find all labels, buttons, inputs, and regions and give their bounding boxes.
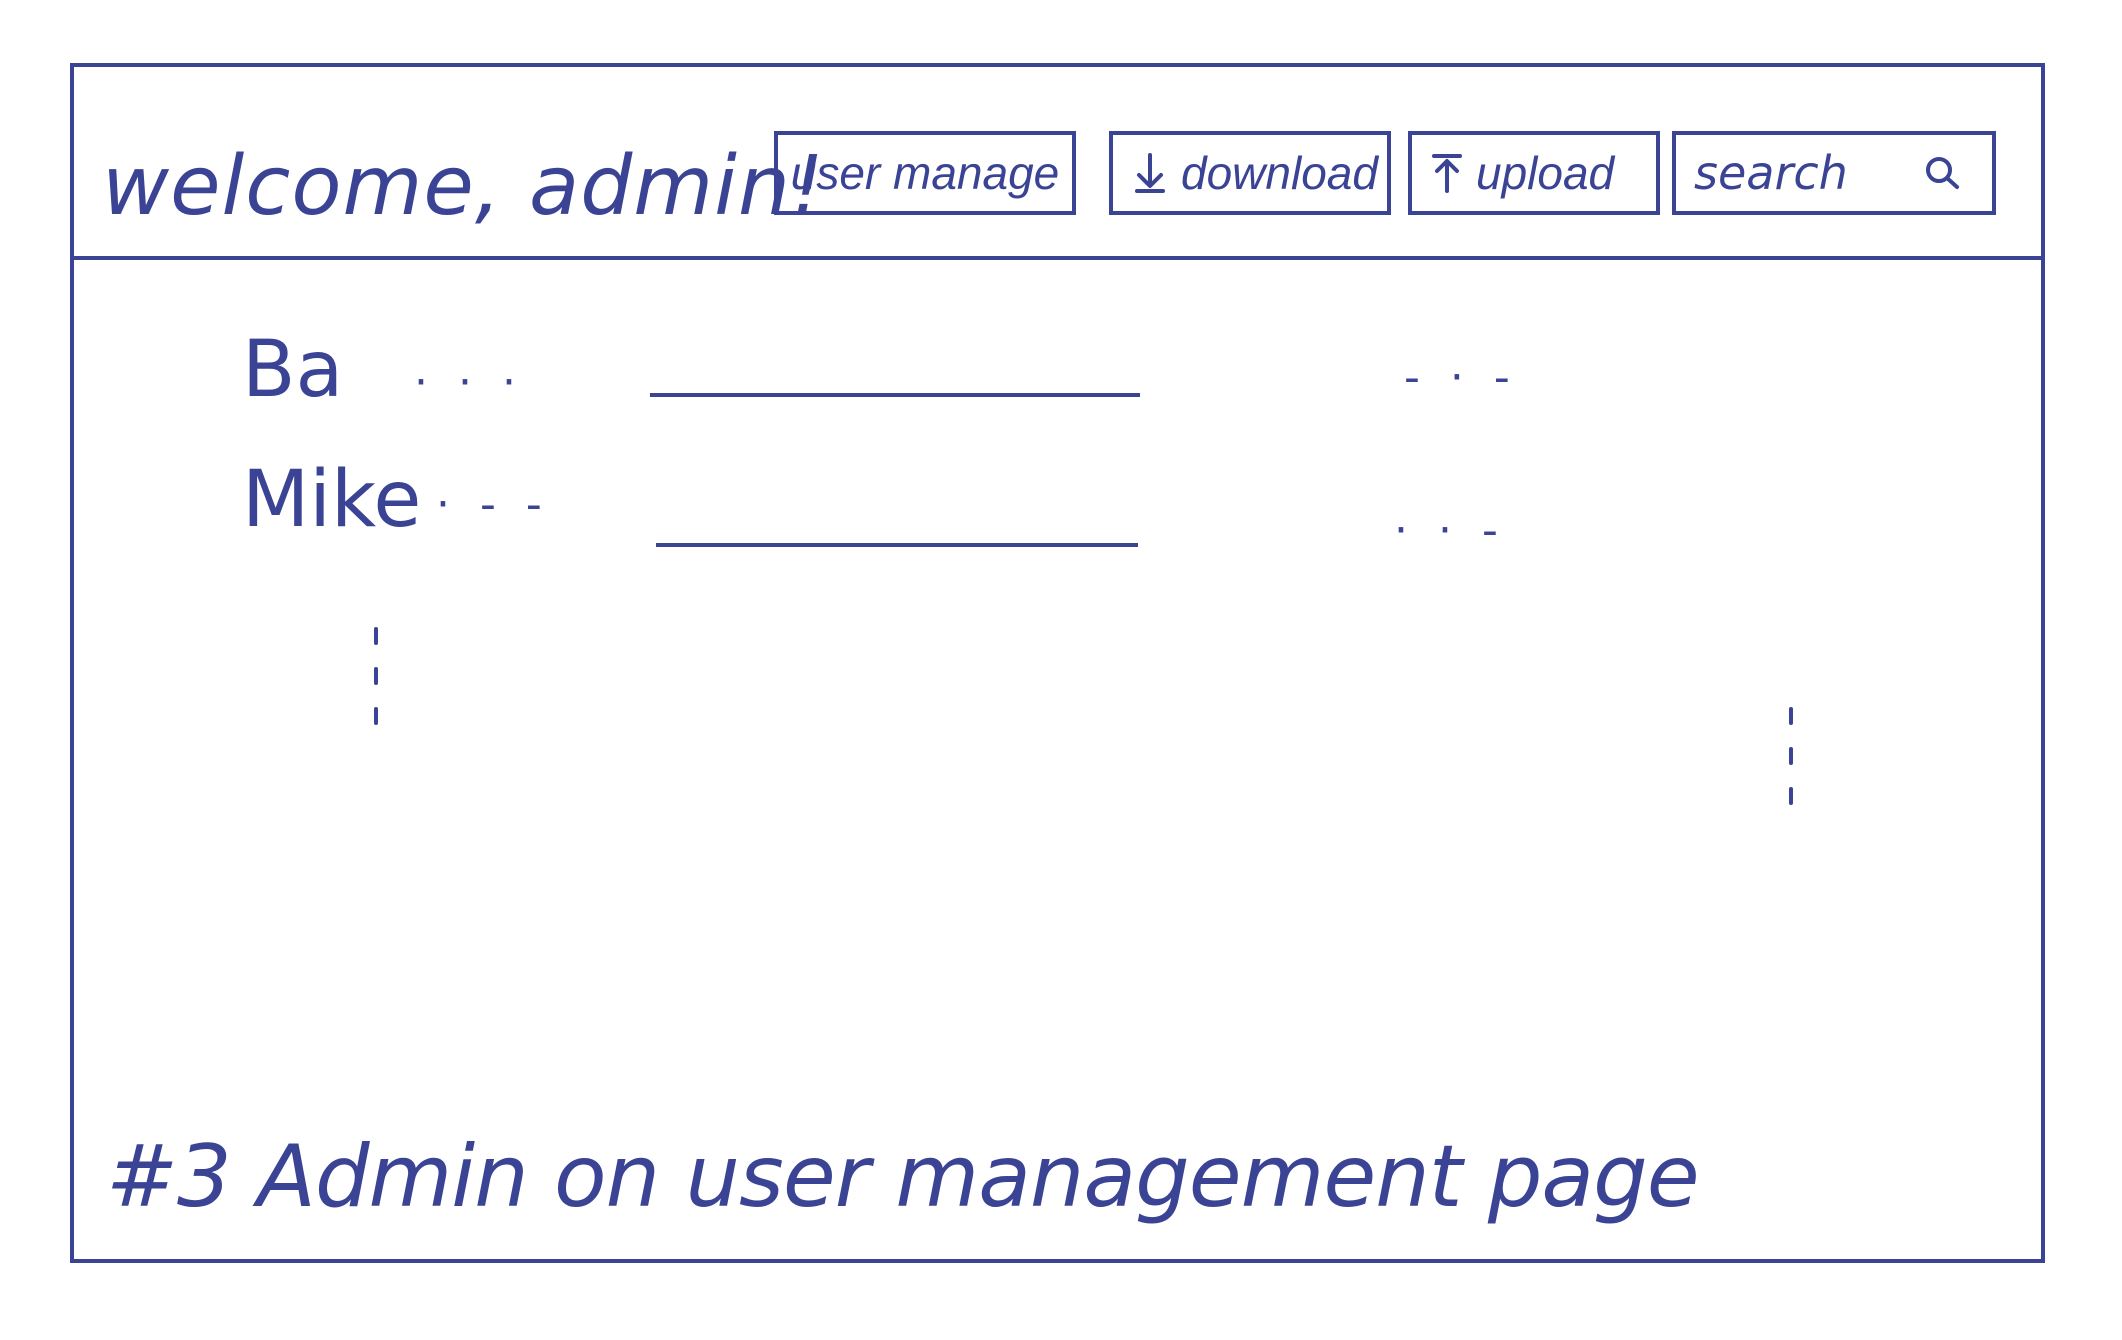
app-window: welcome, admin! user manage download upl… (70, 63, 2045, 1263)
download-icon (1131, 151, 1169, 195)
upload-icon (1430, 151, 1464, 195)
more-rows-indicator (1789, 707, 1793, 805)
user-field-line (650, 393, 1140, 397)
user-manage-button[interactable]: user manage (774, 131, 1076, 215)
search-icon[interactable] (1922, 153, 1962, 193)
user-extra: - · - (1404, 352, 1518, 403)
download-label: download (1181, 147, 1378, 199)
download-button[interactable]: download (1109, 131, 1391, 215)
page-caption: #3 Admin on user management page (106, 1127, 1700, 1227)
user-name: Ba (242, 325, 344, 415)
user-field-line (656, 543, 1138, 547)
upload-button[interactable]: upload (1408, 131, 1660, 215)
upload-label: upload (1476, 147, 1615, 199)
user-info: · · · (414, 357, 524, 408)
user-name: Mike (242, 455, 422, 545)
user-manage-label: user manage (790, 147, 1060, 199)
welcome-message: welcome, admin! (102, 139, 825, 234)
more-rows-indicator (374, 627, 378, 725)
user-extra: · · - (1394, 505, 1506, 556)
search-input[interactable]: search (1672, 131, 1996, 215)
header-divider (74, 256, 2041, 260)
search-placeholder: search (1694, 146, 1848, 200)
user-info: · - - (436, 479, 550, 530)
